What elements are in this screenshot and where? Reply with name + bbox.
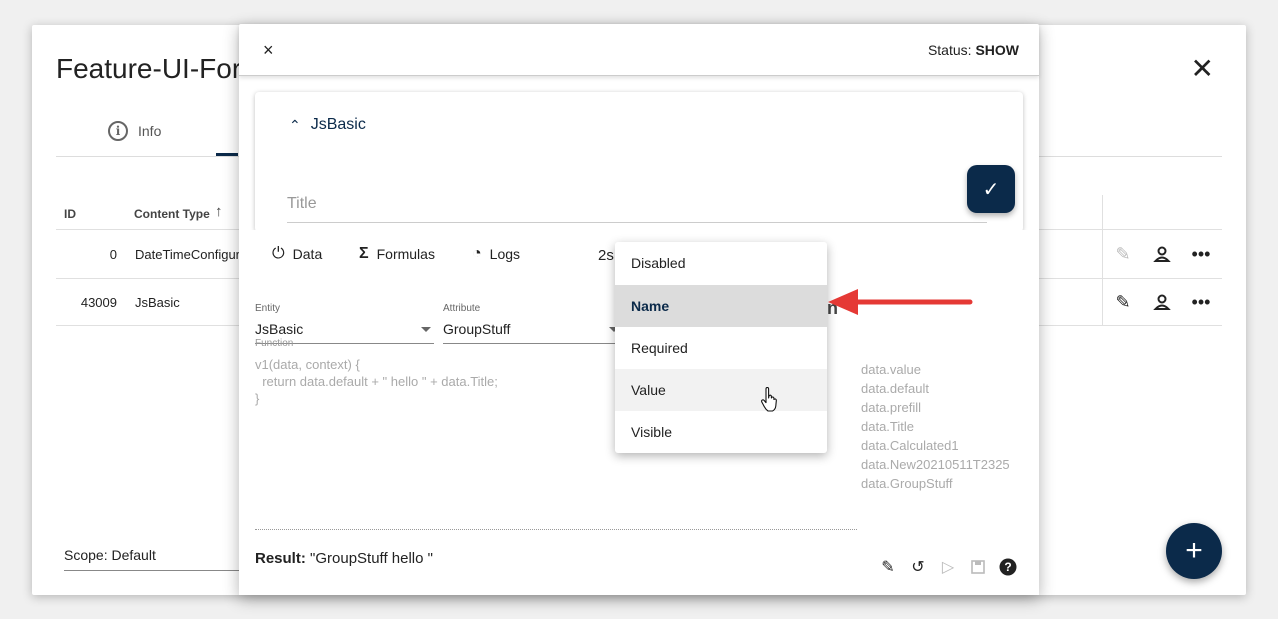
more-horizontal-icon[interactable]: ••• [1190, 243, 1212, 265]
entity-label: Entity [255, 303, 281, 314]
chevron-up-icon: ⌃ [289, 116, 301, 133]
cell-id: 0 [109, 247, 117, 262]
close-icon[interactable]: ✕ [1191, 55, 1214, 83]
column-header-id[interactable]: ID [64, 207, 76, 221]
page-title: Feature-UI-For [56, 53, 242, 84]
chevron-down-icon[interactable] [421, 327, 431, 332]
edit-pencil-icon[interactable]: ✎ [877, 556, 899, 578]
help-icon[interactable]: ? [997, 556, 1019, 578]
tab-formulas[interactable]: Σ Formulas [359, 245, 435, 263]
scope-underline [64, 570, 239, 571]
section-title: JsBasic [310, 116, 366, 133]
title-field[interactable]: Title [287, 195, 317, 213]
hint-item[interactable]: data.default [861, 381, 929, 396]
history-icon[interactable]: ↺ [907, 556, 929, 578]
add-button[interactable]: + [1166, 523, 1222, 579]
cell-id: 43009 [80, 295, 117, 310]
close-icon[interactable]: × [263, 40, 274, 61]
column-header-content-type[interactable]: Content Type [134, 207, 210, 221]
person-icon[interactable] [1151, 243, 1173, 265]
hint-item[interactable]: data.value [861, 362, 921, 377]
result-display: Result: "GroupStuff hello " [255, 550, 433, 567]
cell-content-type: DateTimeConfigur [135, 247, 241, 262]
hint-item[interactable]: data.prefill [861, 400, 921, 415]
status-indicator: Status: SHOW [928, 42, 1019, 58]
function-label: Function [255, 338, 294, 349]
hint-item[interactable]: data.New20210511T2325 [861, 457, 1010, 472]
person-icon[interactable] [1151, 291, 1173, 313]
tab-info[interactable]: i Info [108, 121, 161, 141]
tab-data[interactable]: ⏻ Data [272, 245, 322, 263]
tab-partial[interactable]: 2s [598, 247, 614, 264]
section-toggle-jsbasic[interactable]: ⌃ JsBasic [289, 116, 366, 134]
gauge-icon: ⏻ [272, 245, 285, 262]
divider [255, 529, 857, 530]
tab-formulas-label: Formulas [376, 246, 435, 262]
tab-data-label: Data [292, 246, 323, 262]
entity-select[interactable]: JsBasic [255, 321, 303, 337]
menu-item-visible[interactable]: Visible [615, 411, 827, 453]
cell-content-type: JsBasic [135, 295, 180, 310]
title-field-underline [287, 222, 987, 223]
form-card: ⌃ JsBasic Title [255, 92, 1023, 232]
result-label: Result: [255, 550, 306, 567]
hand-cursor-icon [760, 386, 780, 418]
svg-text:?: ? [1004, 560, 1011, 574]
dialog-header: × Status: SHOW [239, 24, 1039, 76]
status-value: SHOW [975, 42, 1019, 58]
menu-item-disabled[interactable]: Disabled [615, 242, 827, 284]
info-circle-icon: i [108, 121, 128, 141]
scope-selector[interactable]: Scope: Default [64, 547, 156, 563]
play-icon[interactable]: ▷ [937, 556, 959, 578]
attribute-underline [443, 343, 615, 344]
speedometer-icon: ◔ [472, 245, 482, 262]
attribute-label: Attribute [443, 303, 481, 314]
menu-item-required[interactable]: Required [615, 327, 827, 369]
more-horizontal-icon[interactable]: ••• [1190, 291, 1212, 313]
annotation-arrow-icon [828, 287, 974, 324]
tab-logs[interactable]: ◔ Logs [472, 245, 520, 263]
save-button[interactable]: ✓ [967, 165, 1015, 213]
menu-item-name[interactable]: Name [615, 285, 827, 327]
attribute-select[interactable]: GroupStuff [443, 321, 510, 337]
divider [1102, 195, 1103, 325]
tab-info-label: Info [138, 123, 162, 139]
save-icon[interactable] [967, 556, 989, 578]
hint-item[interactable]: data.Title [861, 419, 914, 434]
edit-pencil-icon[interactable]: ✎ [1112, 291, 1134, 313]
menu-item-value[interactable]: Value [615, 369, 827, 411]
result-value: "GroupStuff hello " [310, 550, 433, 567]
sigma-icon: Σ [359, 245, 369, 262]
attribute-dropdown-menu: Disabled Name Required Value Visible [615, 242, 827, 453]
hint-item[interactable]: data.Calculated1 [861, 438, 959, 453]
sort-arrow-up-icon[interactable]: ↑ [215, 203, 223, 220]
tab-logs-label: Logs [489, 246, 521, 262]
hint-item[interactable]: data.GroupStuff [861, 476, 953, 491]
function-editor[interactable]: v1(data, context) { return data.default … [255, 356, 498, 407]
status-label: Status: [927, 42, 972, 58]
edit-pencil-icon[interactable]: ✎ [1112, 243, 1134, 265]
